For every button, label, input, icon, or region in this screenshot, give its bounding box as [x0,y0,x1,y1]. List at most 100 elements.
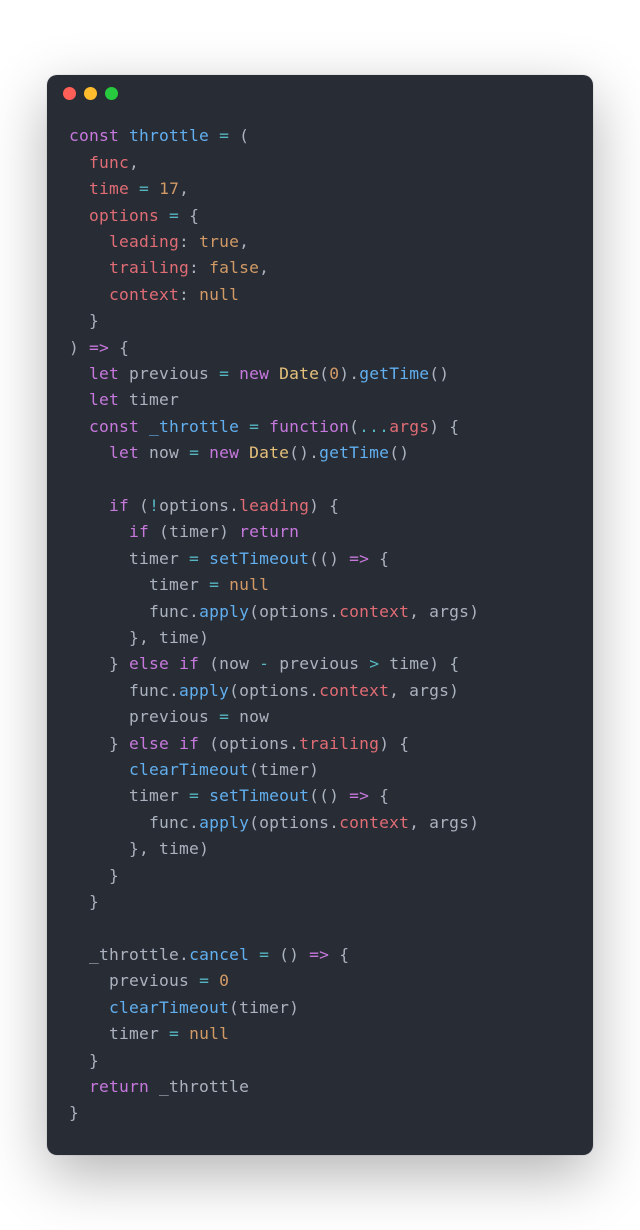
code-token: => [349,786,369,805]
code-token: } [69,1103,79,1122]
code-token: { [449,417,459,436]
code-token: time [159,839,199,858]
code-token: null [189,1024,229,1043]
code-token: , [409,813,419,832]
code-token: () [389,443,409,462]
code-token: , [129,153,139,172]
code-token: clearTimeout [129,760,249,779]
code-token: timer [129,390,179,409]
code-token: ) [449,681,459,700]
code-token: = [189,549,199,568]
code-token: new [239,364,269,383]
code-token: ) [69,338,79,357]
code-token: if [179,654,199,673]
code-token: }, [129,839,149,858]
code-token: = [249,417,259,436]
code-token: = [219,126,229,145]
code-token: { [339,945,349,964]
code-token: if [179,734,199,753]
window-titlebar [47,75,593,111]
maximize-icon[interactable] [105,87,118,100]
code-token: { [399,734,409,753]
code-token: { [379,549,389,568]
code-token: ) [219,522,229,541]
code-token: trailing [299,734,379,753]
code-token: options [219,734,289,753]
code-token: - [259,654,269,673]
code-token: options [239,681,309,700]
code-token: apply [179,681,229,700]
code-token: context [319,681,389,700]
code-token: const [69,126,119,145]
code-token: { [449,654,459,673]
code-token: = [219,707,229,726]
code-token: }, [129,628,149,647]
code-token: ) [469,813,479,832]
code-token: now [239,707,269,726]
code-token: _throttle [159,1077,249,1096]
code-token: ) [199,628,209,647]
code-token: ) [289,998,299,1017]
code-token: timer [259,760,309,779]
code-token: ) [429,654,439,673]
code-token: timer [149,575,199,594]
code-token: ) [469,602,479,621]
code-token: timer [109,1024,159,1043]
code-token: } [89,311,99,330]
code-token: let [109,443,139,462]
code-token: = [199,971,209,990]
code-token: , [259,258,269,277]
code-token: args [409,681,449,700]
code-token: function [269,417,349,436]
code-token: context [339,813,409,832]
code-token: cancel [189,945,249,964]
code-token: if [109,496,129,515]
code-token: ( [229,998,239,1017]
code-token: . [169,681,179,700]
code-token: ... [359,417,389,436]
code-token: leading [109,232,179,251]
code-token: : [179,285,189,304]
code-token: false [209,258,259,277]
code-token: { [379,786,389,805]
code-token: = [189,443,199,462]
code-token: args [429,813,469,832]
code-token: timer [129,786,179,805]
code-token: Date [279,364,319,383]
code-token: } [109,654,119,673]
code-token: 0 [329,364,339,383]
minimize-icon[interactable] [84,87,97,100]
code-token: Date [249,443,289,462]
close-icon[interactable] [63,87,76,100]
code-token: ( [249,813,259,832]
code-token: } [89,1051,99,1070]
code-token: if [129,522,149,541]
code-token: func [149,813,189,832]
code-token: func [129,681,169,700]
code-token: > [369,654,379,673]
code-token: leading [239,496,309,515]
code-token: let [89,364,119,383]
code-token: apply [199,813,249,832]
code-token: ( [239,126,249,145]
code-token: true [199,232,239,251]
code-token: null [229,575,269,594]
code-window: const throttle = ( func, time = 17, opti… [47,75,593,1154]
code-token: (() [309,786,339,805]
code-token: . [189,602,199,621]
code-token: null [199,285,239,304]
code-token: func [149,602,189,621]
code-token: = [139,179,149,198]
code-token: { [329,496,339,515]
code-token: options [259,602,329,621]
code-token: ) [199,839,209,858]
code-token: throttle [129,126,209,145]
code-token: ) [379,734,389,753]
code-token: getTime [319,443,389,462]
code-token: = [219,364,229,383]
code-token: time [389,654,429,673]
code-token: = [169,1024,179,1043]
code-token: (() [309,549,339,568]
code-token: setTimeout [209,786,309,805]
code-token: _throttle [89,945,179,964]
